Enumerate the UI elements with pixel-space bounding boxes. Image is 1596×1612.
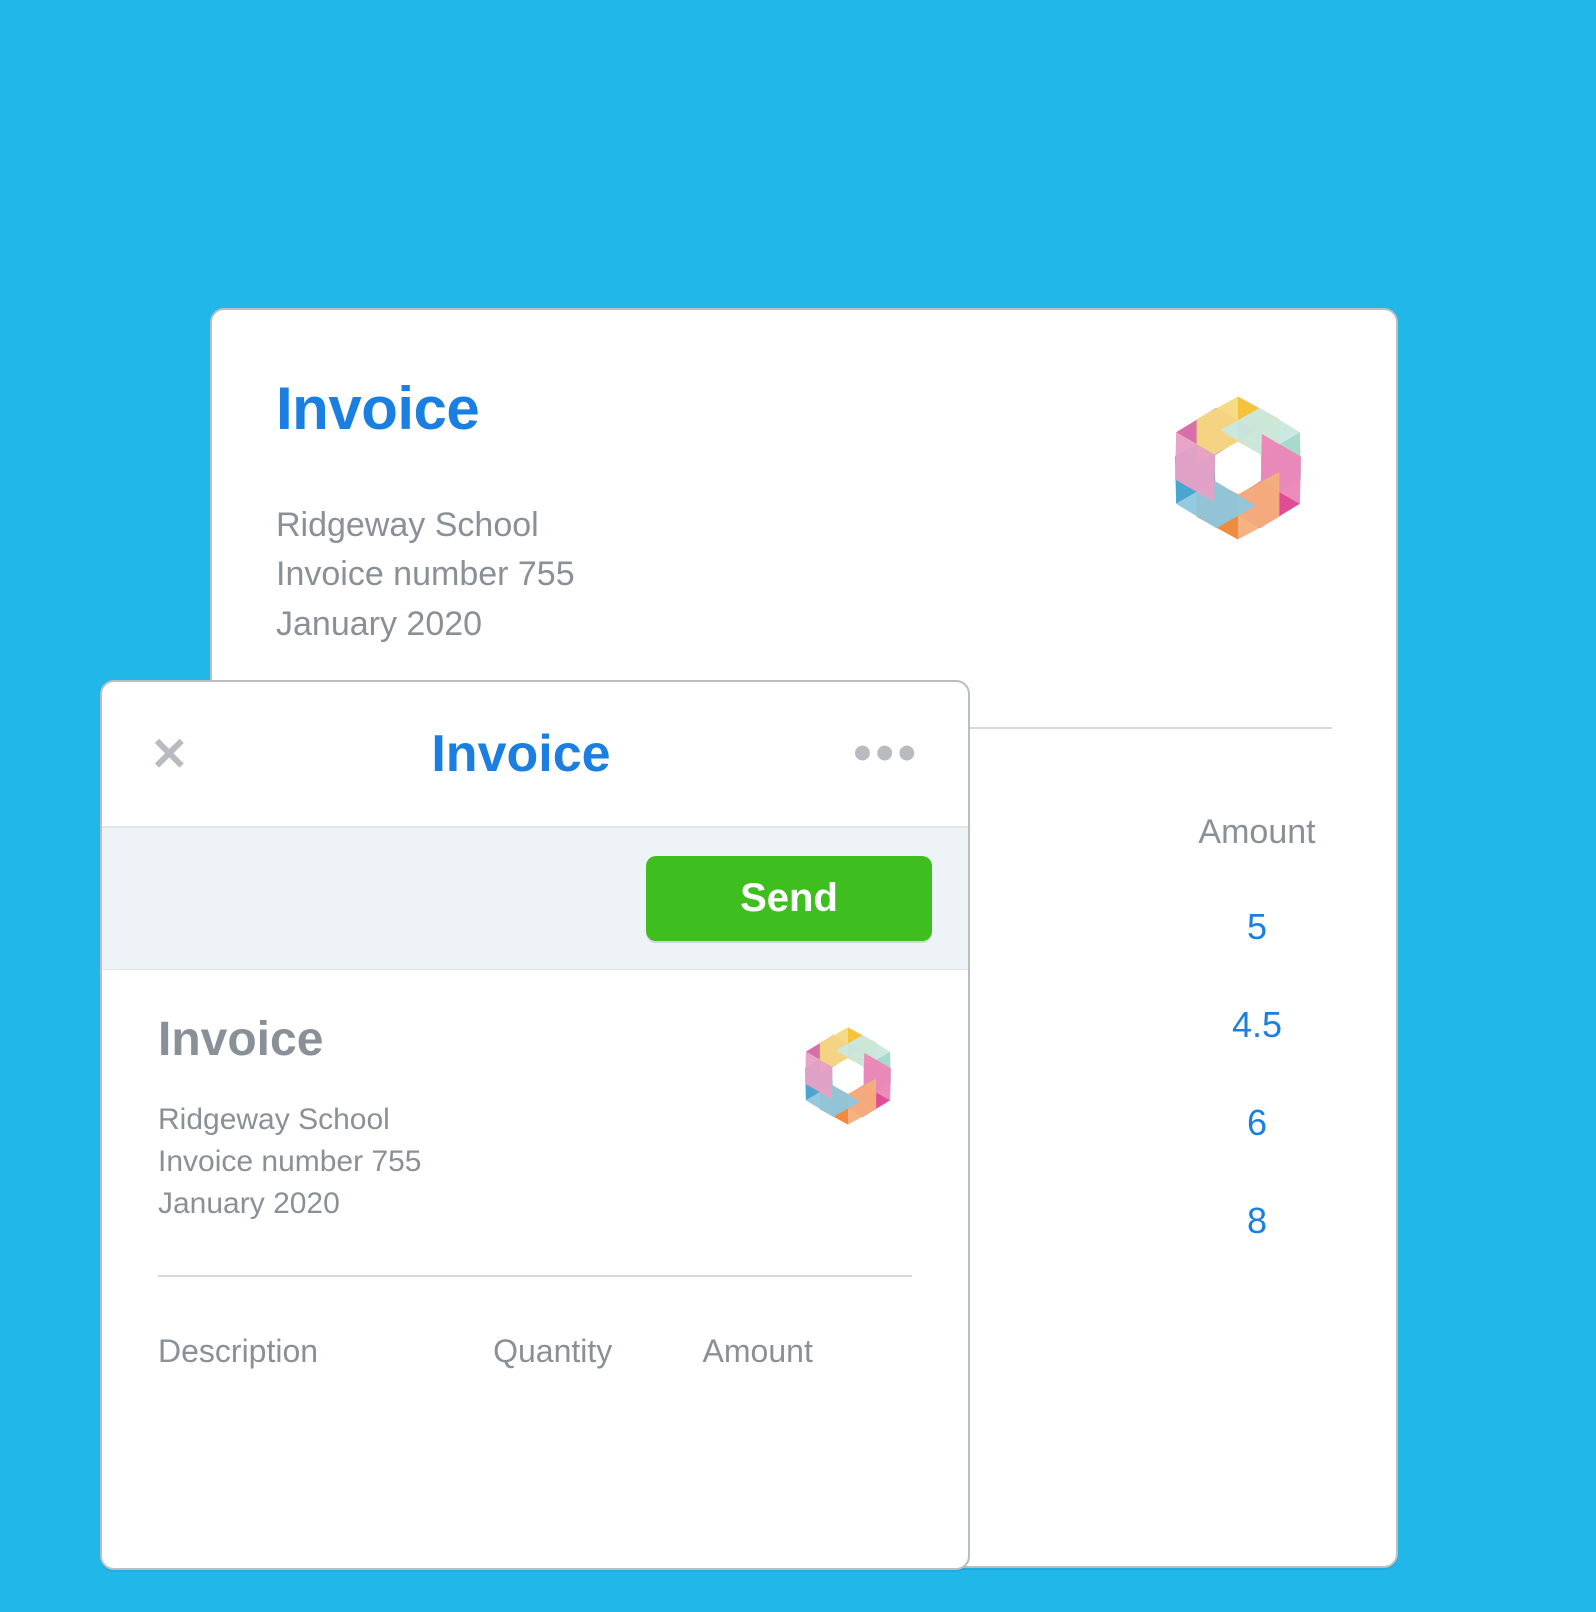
company-logo-icon (1144, 374, 1332, 562)
amount-value: 8 (1182, 1200, 1332, 1242)
column-header-description: Description (158, 1333, 493, 1370)
amount-value: 5 (1182, 906, 1332, 948)
column-header-amount: Amount (703, 1333, 912, 1370)
invoice-modal-mobile: ✕ Invoice ••• Send Invoice Ridgeway Scho… (100, 680, 970, 1570)
invoice-date: January 2020 (276, 600, 575, 649)
send-button[interactable]: Send (646, 856, 932, 941)
action-bar: Send (102, 828, 968, 970)
invoice-number: Invoice number 755 (158, 1141, 422, 1183)
invoice-columns: Description Quantity Amount (158, 1333, 912, 1370)
divider (158, 1275, 912, 1277)
invoice-date: January 2020 (158, 1183, 422, 1225)
invoice-number: Invoice number 755 (276, 550, 575, 599)
modal-header: ✕ Invoice ••• (102, 682, 968, 828)
invoice-title: Invoice (276, 374, 575, 443)
close-icon[interactable]: ✕ (150, 731, 189, 777)
customer-name: Ridgeway School (158, 1099, 422, 1141)
amount-value: 6 (1182, 1102, 1332, 1144)
amount-value: 4.5 (1182, 1004, 1332, 1046)
customer-name: Ridgeway School (276, 501, 575, 550)
modal-title: Invoice (431, 724, 610, 784)
invoice-subtitle: Invoice (158, 1012, 422, 1067)
column-header-quantity: Quantity (493, 1333, 702, 1370)
column-header-amount: Amount (1182, 813, 1332, 852)
more-options-icon[interactable]: ••• (853, 746, 920, 762)
company-logo-icon (784, 1012, 912, 1140)
